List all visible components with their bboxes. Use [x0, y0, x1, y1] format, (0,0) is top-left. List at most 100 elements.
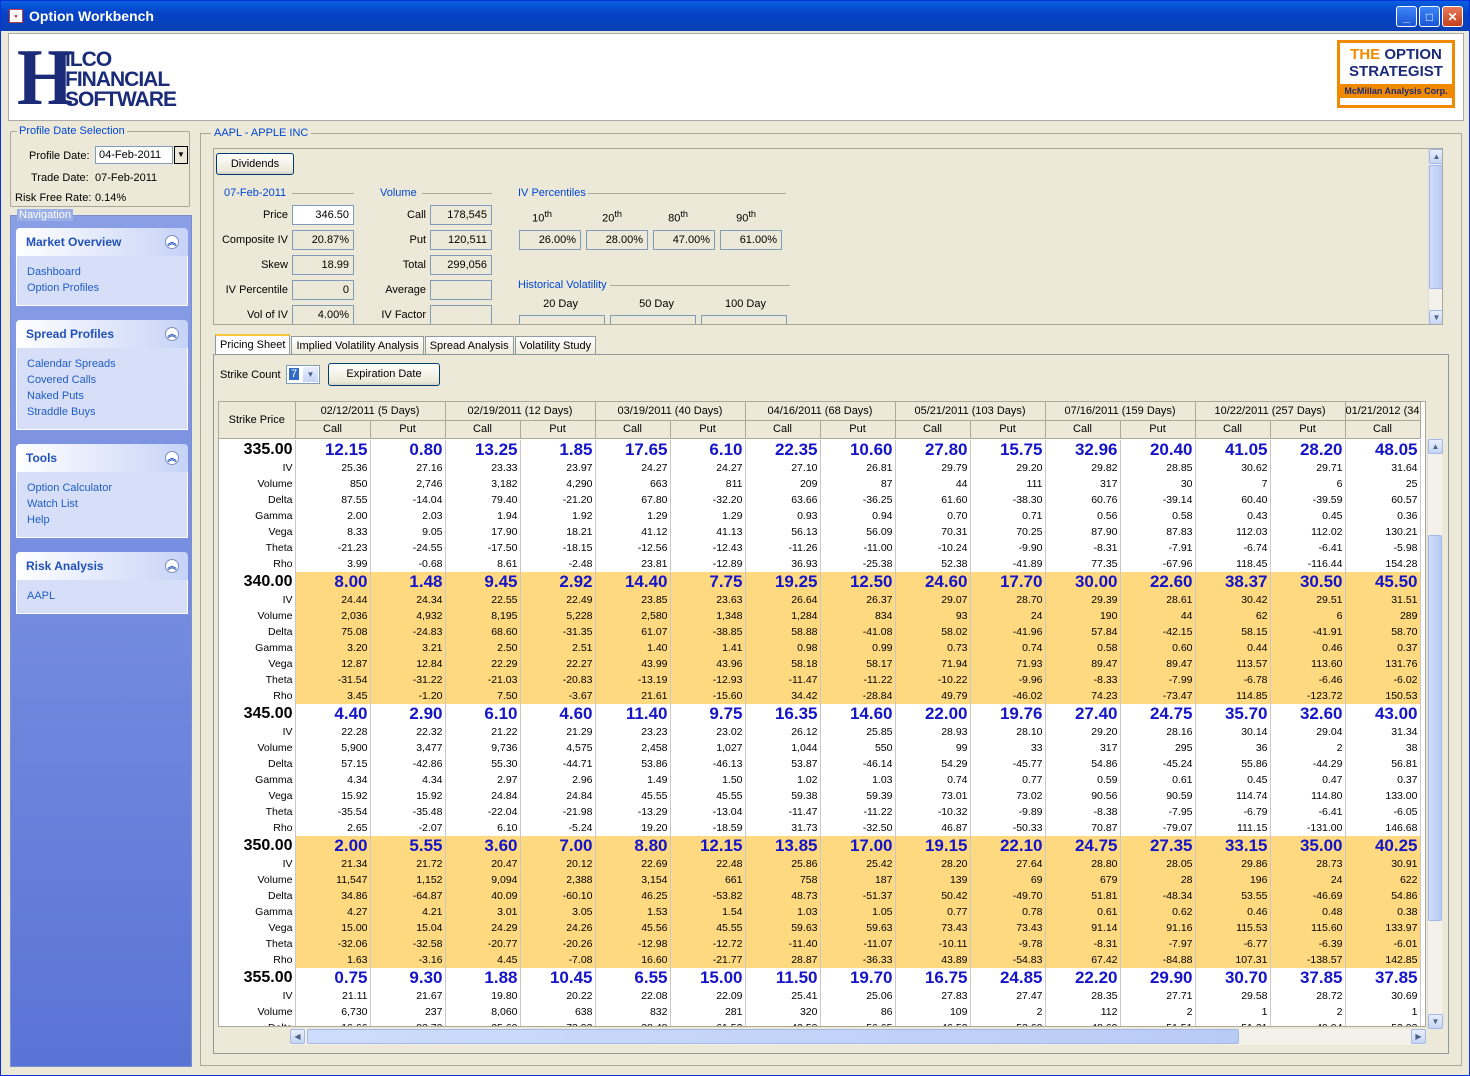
put-column-header[interactable]: Put	[970, 420, 1046, 439]
put-column-header[interactable]: Put	[670, 420, 746, 439]
nav-header[interactable]: Tools ︽	[16, 444, 188, 472]
dividends-button[interactable]: Dividends	[216, 153, 294, 175]
expiration-header[interactable]: 05/21/2011 (103 Days)	[895, 402, 1046, 421]
option-price[interactable]: 6.10	[670, 440, 746, 460]
call-column-header[interactable]: Call	[445, 420, 521, 439]
close-button[interactable]: ✕	[1442, 6, 1463, 27]
option-price[interactable]: 11.50	[745, 968, 821, 988]
nav-link-straddle-buys[interactable]: Straddle Buys	[27, 404, 177, 420]
option-price[interactable]: 22.60	[1120, 572, 1196, 592]
option-price[interactable]: 4.60	[520, 704, 596, 724]
strike-row[interactable]: 355.00 0.75 9.30 1.88 10.45 6.55 15.00 11.50 19.…	[219, 968, 1421, 988]
option-price[interactable]: 9.75	[670, 704, 746, 724]
profile-date-field[interactable]: 04-Feb-2011	[95, 146, 173, 164]
option-price[interactable]: 9.30	[370, 968, 446, 988]
nav-header[interactable]: Risk Analysis ︽	[16, 552, 188, 580]
expiration-header[interactable]: 02/19/2011 (12 Days)	[445, 402, 596, 421]
option-price[interactable]: 7.00	[520, 836, 596, 856]
option-price[interactable]: 40.25	[1345, 836, 1421, 856]
option-price[interactable]: 22.00	[895, 704, 971, 724]
option-price[interactable]: 20.40	[1120, 440, 1196, 460]
option-price[interactable]: 22.20	[1045, 968, 1121, 988]
nav-header[interactable]: Market Overview ︽	[16, 228, 188, 256]
option-price[interactable]: 6.10	[445, 704, 521, 724]
option-price[interactable]: 0.80	[370, 440, 446, 460]
option-price[interactable]: 12.50	[820, 572, 896, 592]
call-column-header[interactable]: Call	[895, 420, 971, 439]
option-price[interactable]: 14.40	[595, 572, 671, 592]
option-price[interactable]: 14.60	[820, 704, 896, 724]
option-price[interactable]: 12.15	[670, 836, 746, 856]
expiration-header[interactable]: 01/21/2012 (34	[1345, 402, 1421, 421]
option-price[interactable]: 19.25	[745, 572, 821, 592]
nav-link-dashboard[interactable]: Dashboard	[27, 264, 177, 280]
option-price[interactable]: 24.75	[1045, 836, 1121, 856]
option-price[interactable]: 0.75	[295, 968, 371, 988]
option-price[interactable]: 10.60	[820, 440, 896, 460]
option-price[interactable]: 37.85	[1270, 968, 1346, 988]
option-price[interactable]: 27.35	[1120, 836, 1196, 856]
option-price[interactable]: 4.40	[295, 704, 371, 724]
option-price[interactable]: 9.45	[445, 572, 521, 592]
option-price[interactable]: 24.85	[970, 968, 1046, 988]
option-price[interactable]: 17.70	[970, 572, 1046, 592]
option-price[interactable]: 2.90	[370, 704, 446, 724]
option-price[interactable]: 13.85	[745, 836, 821, 856]
expiration-date-button[interactable]: Expiration Date	[328, 363, 440, 386]
option-price[interactable]: 8.80	[595, 836, 671, 856]
option-price[interactable]: 12.15	[295, 440, 371, 460]
strike-row[interactable]: 335.00 12.15 0.80 13.25 1.85 17.65 6.10 22.35 10…	[219, 440, 1421, 460]
nav-link-aapl[interactable]: AAPL	[27, 588, 177, 604]
nav-link-help[interactable]: Help	[27, 512, 177, 528]
option-price[interactable]: 2.00	[295, 836, 371, 856]
put-column-header[interactable]: Put	[1120, 420, 1196, 439]
option-price[interactable]: 30.50	[1270, 572, 1346, 592]
option-price[interactable]: 35.00	[1270, 836, 1346, 856]
expiration-header[interactable]: 10/22/2011 (257 Days)	[1195, 402, 1346, 421]
summary-scrollbar[interactable]: ▲ ▼	[1428, 149, 1442, 324]
option-price[interactable]: 15.00	[670, 968, 746, 988]
title-bar[interactable]: ▪ Option Workbench _ □ ✕	[1, 1, 1469, 31]
option-price[interactable]: 48.05	[1345, 440, 1421, 460]
call-column-header[interactable]: Call	[1045, 420, 1121, 439]
nav-header[interactable]: Spread Profiles ︽	[16, 320, 188, 348]
option-price[interactable]: 10.45	[520, 968, 596, 988]
option-price[interactable]: 24.75	[1120, 704, 1196, 724]
put-column-header[interactable]: Put	[820, 420, 896, 439]
minimize-button[interactable]: _	[1396, 6, 1417, 27]
put-column-header[interactable]: Put	[1270, 420, 1346, 439]
call-column-header[interactable]: Call	[1195, 420, 1271, 439]
option-price[interactable]: 13.25	[445, 440, 521, 460]
put-column-header[interactable]: Put	[520, 420, 596, 439]
option-price[interactable]: 19.70	[820, 968, 896, 988]
expiration-header[interactable]: 04/16/2011 (68 Days)	[745, 402, 896, 421]
call-column-header[interactable]: Call	[1345, 420, 1421, 439]
scroll-thumb[interactable]	[1428, 535, 1442, 921]
option-price[interactable]: 30.70	[1195, 968, 1271, 988]
tab-pricing-sheet[interactable]: Pricing Sheet	[215, 334, 291, 355]
tab-volatility-study[interactable]: Volatility Study	[514, 336, 597, 355]
option-price[interactable]: 2.92	[520, 572, 596, 592]
expiration-header[interactable]: 02/12/2011 (5 Days)	[295, 402, 446, 421]
option-price[interactable]: 28.20	[1270, 440, 1346, 460]
option-price[interactable]: 7.75	[670, 572, 746, 592]
option-price[interactable]: 11.40	[595, 704, 671, 724]
option-price[interactable]: 38.37	[1195, 572, 1271, 592]
strike-row[interactable]: 350.00 2.00 5.55 3.60 7.00 8.80 12.15 13.85 17.0…	[219, 836, 1421, 856]
option-price[interactable]: 6.55	[595, 968, 671, 988]
option-price[interactable]: 1.48	[370, 572, 446, 592]
nav-link-covered-calls[interactable]: Covered Calls	[27, 372, 177, 388]
option-price[interactable]: 27.80	[895, 440, 971, 460]
option-price[interactable]: 32.60	[1270, 704, 1346, 724]
nav-link-watch-list[interactable]: Watch List	[27, 496, 177, 512]
option-price[interactable]: 41.05	[1195, 440, 1271, 460]
nav-link-naked-puts[interactable]: Naked Puts	[27, 388, 177, 404]
option-price[interactable]: 17.00	[820, 836, 896, 856]
option-price[interactable]: 22.10	[970, 836, 1046, 856]
tab-spread-analysis[interactable]: Spread Analysis	[424, 336, 514, 355]
option-price[interactable]: 1.88	[445, 968, 521, 988]
option-price[interactable]: 1.85	[520, 440, 596, 460]
grid-hscrollbar[interactable]: ◀ ▶	[290, 1029, 1426, 1045]
option-price[interactable]: 16.35	[745, 704, 821, 724]
strike-row[interactable]: 340.00 8.00 1.48 9.45 2.92 14.40 7.75 19.25 12.5…	[219, 572, 1421, 592]
